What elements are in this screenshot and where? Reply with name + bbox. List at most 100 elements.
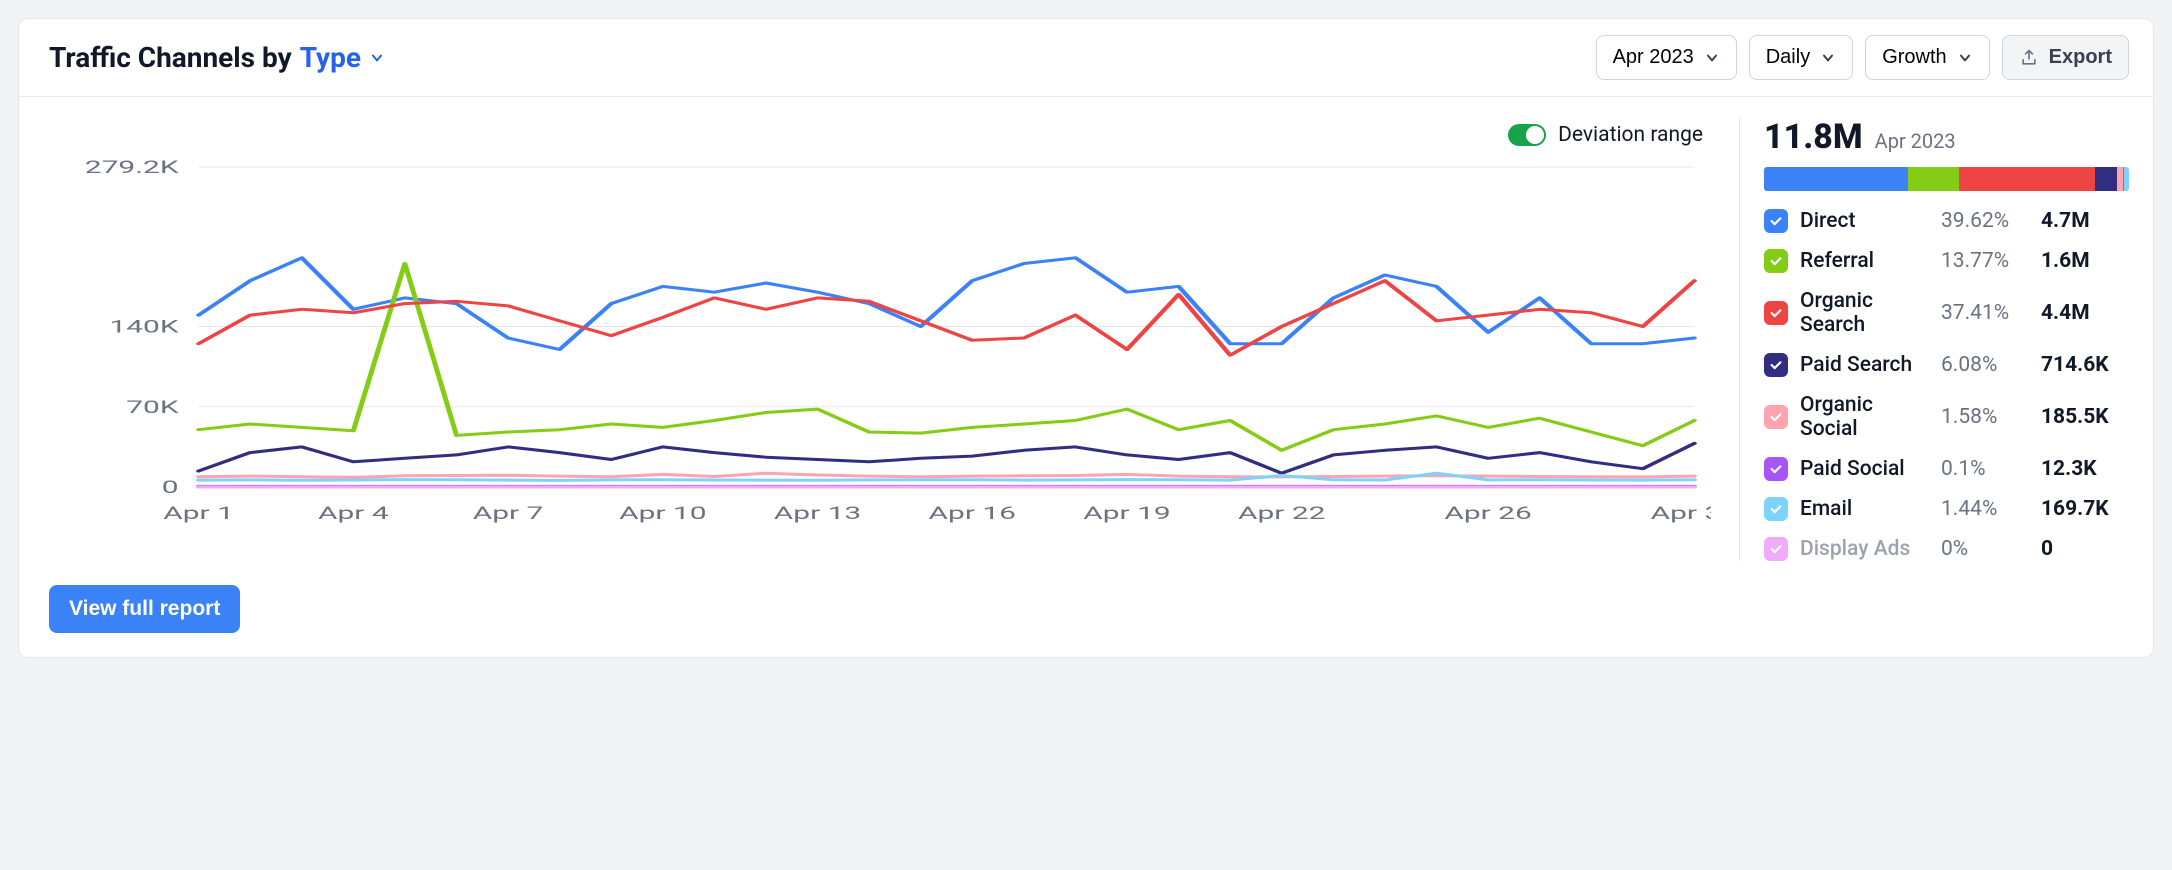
legend-item[interactable]: Referral 13.77% 1.6M [1764,249,2129,273]
legend-pct: 39.62% [1941,209,2029,233]
granularity-label: Daily [1766,46,1810,69]
legend-column: 11.8M Apr 2023 Direct 39.62% 4.7M Referral 1… [1739,117,2129,561]
legend-checkbox[interactable] [1764,457,1788,481]
series-line [199,264,1695,451]
summary: 11.8M Apr 2023 [1764,117,2129,157]
card-footer: View full report [19,585,2153,657]
legend-value: 0 [2041,537,2129,561]
chart-column: Deviation range 0 70K 140K 279.2K Apr 1 Apr 4… [49,117,1711,561]
check-icon [1769,462,1783,476]
y-axis-label: 0 [162,477,179,498]
traffic-channels-card: Traffic Channels by Type Apr 2023 Daily … [18,18,2154,658]
legend-item[interactable]: Paid Search 6.08% 714.6K [1764,353,2129,377]
legend-name: Organic Search [1800,289,1929,337]
metric-label: Growth [1882,46,1946,69]
legend-pct: 0.1% [1941,457,2029,481]
check-icon [1769,410,1783,424]
summary-total: 11.8M [1764,117,1863,157]
legend-value: 169.7K [2041,497,2129,521]
series-line [199,443,1695,473]
chevron-down-icon [1704,50,1720,66]
legend-value: 1.6M [2041,249,2129,273]
check-icon [1769,502,1783,516]
x-axis-label: Apr 26 [1444,503,1531,524]
distribution-segment [1959,167,2095,191]
legend-pct: 13.77% [1941,249,2029,273]
period-select[interactable]: Apr 2023 [1596,35,1737,80]
y-axis-label: 279.2K [85,157,179,178]
deviation-toggle-row: Deviation range [49,117,1711,157]
legend-pct: 1.58% [1941,405,2029,429]
granularity-select[interactable]: Daily [1749,35,1853,80]
summary-period: Apr 2023 [1875,129,1956,153]
legend-checkbox[interactable] [1764,405,1788,429]
x-axis-label: Apr 7 [473,503,544,524]
legend-pct: 6.08% [1941,353,2029,377]
check-icon [1769,542,1783,556]
legend-item[interactable]: Paid Social 0.1% 12.3K [1764,457,2129,481]
legend-value: 714.6K [2041,353,2129,377]
legend-name: Organic Social [1800,393,1929,441]
legend-value: 12.3K [2041,457,2129,481]
title-type-label: Type [300,41,361,74]
check-icon [1769,358,1783,372]
y-axis-label: 70K [126,397,179,418]
distribution-segment [2095,167,2117,191]
legend-pct: 0% [1941,537,2029,561]
distribution-segment [2124,167,2129,191]
card-header: Traffic Channels by Type Apr 2023 Daily … [19,19,2153,97]
check-icon [1769,254,1783,268]
export-label: Export [2049,46,2112,69]
distribution-segment [1764,167,1908,191]
legend-checkbox[interactable] [1764,353,1788,377]
metric-select[interactable]: Growth [1865,35,1989,80]
x-axis-label: Apr 10 [619,503,706,524]
x-axis-label: Apr 30 [1651,503,1711,524]
legend-checkbox[interactable] [1764,301,1788,325]
check-icon [1769,214,1783,228]
deviation-toggle[interactable] [1508,124,1546,146]
legend-checkbox[interactable] [1764,209,1788,233]
x-axis-label: Apr 1 [163,503,234,524]
x-axis-label: Apr 19 [1083,503,1170,524]
export-icon [2019,48,2039,68]
legend-name: Direct [1800,209,1929,233]
legend-list: Direct 39.62% 4.7M Referral 13.77% 1.6M Organi… [1764,209,2129,561]
deviation-label: Deviation range [1558,123,1703,147]
legend-item[interactable]: Email 1.44% 169.7K [1764,497,2129,521]
legend-name: Email [1800,497,1929,521]
title-type-dropdown[interactable]: Type [300,41,385,74]
legend-name: Display Ads [1800,537,1929,561]
check-icon [1769,306,1783,320]
y-axis-label: 140K [109,317,179,338]
line-chart[interactable]: 0 70K 140K 279.2K Apr 1 Apr 4 Apr 7 Apr 10 Apr 1… [49,157,1711,527]
legend-checkbox[interactable] [1764,249,1788,273]
distribution-bar [1764,167,2129,191]
legend-name: Referral [1800,249,1929,273]
x-axis-label: Apr 13 [774,503,861,524]
legend-checkbox[interactable] [1764,537,1788,561]
legend-item[interactable]: Display Ads 0% 0 [1764,537,2129,561]
legend-value: 4.7M [2041,209,2129,233]
legend-pct: 37.41% [1941,301,2029,325]
x-axis-label: Apr 16 [929,503,1016,524]
chevron-down-icon [1957,50,1973,66]
period-label: Apr 2023 [1613,46,1694,69]
legend-item[interactable]: Organic Social 1.58% 185.5K [1764,393,2129,441]
title-prefix: Traffic Channels by [49,41,292,74]
legend-item[interactable]: Organic Search 37.41% 4.4M [1764,289,2129,337]
legend-checkbox[interactable] [1764,497,1788,521]
legend-name: Paid Social [1800,457,1929,481]
chevron-down-icon [1820,50,1836,66]
export-button[interactable]: Export [2002,35,2129,80]
legend-item[interactable]: Direct 39.62% 4.7M [1764,209,2129,233]
distribution-segment [1908,167,1958,191]
x-axis-label: Apr 4 [318,503,389,524]
legend-name: Paid Search [1800,353,1929,377]
view-full-report-button[interactable]: View full report [49,585,240,633]
legend-value: 4.4M [2041,301,2129,325]
header-controls: Apr 2023 Daily Growth Export [1596,35,2129,80]
card-body: Deviation range 0 70K 140K 279.2K Apr 1 Apr 4… [19,97,2153,585]
legend-value: 185.5K [2041,405,2129,429]
legend-pct: 1.44% [1941,497,2029,521]
